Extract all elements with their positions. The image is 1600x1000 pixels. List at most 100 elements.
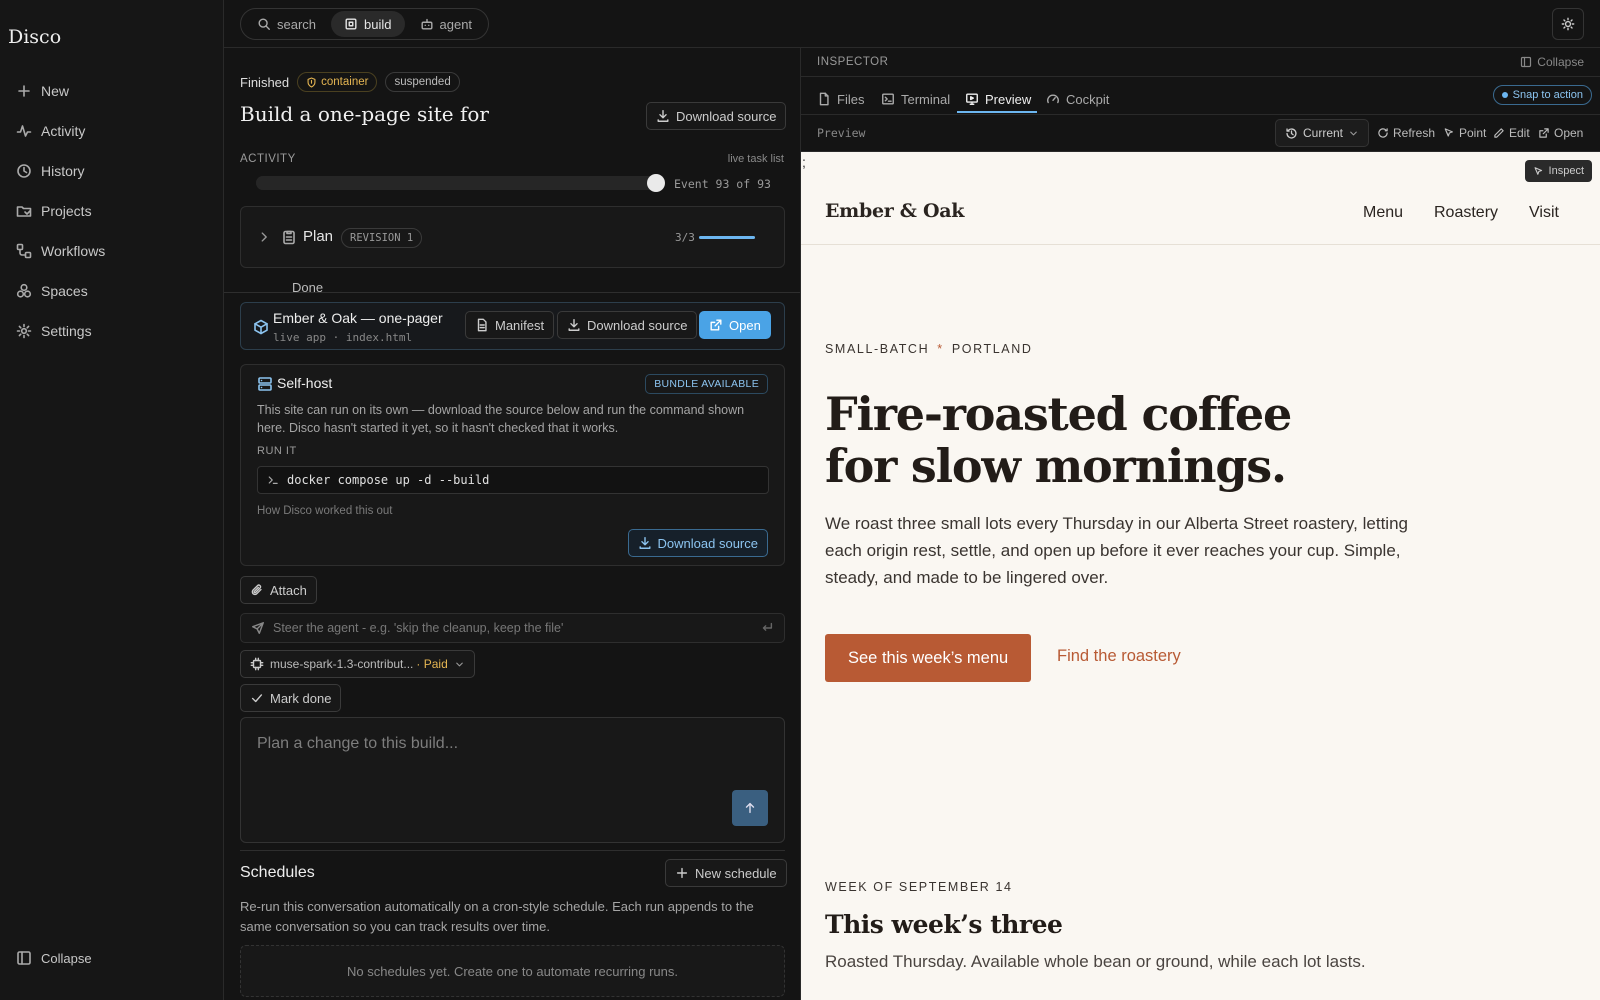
activity-heading: ACTIVITY <box>240 153 296 165</box>
preview-icon <box>966 93 978 105</box>
inspector-collapse-button[interactable]: Collapse <box>1520 55 1584 69</box>
search-icon <box>258 18 270 30</box>
enter-icon <box>762 622 773 631</box>
open-preview-button[interactable]: Open <box>1538 126 1583 140</box>
chevron-down-icon <box>455 662 463 666</box>
site-nav-visit[interactable]: Visit <box>1529 204 1559 222</box>
snap-indicator-dot <box>1501 92 1508 98</box>
panel-collapse-icon <box>1521 56 1532 68</box>
plus-icon <box>18 85 30 97</box>
container-badge-label: container <box>321 76 369 88</box>
plan-change-textarea[interactable]: Plan a change to this build... <box>240 717 785 843</box>
preview-frame: ; Inspect Ember & Oak Menu Roastery Visi… <box>801 152 1600 1000</box>
sidebar-item-label: Settings <box>41 323 92 339</box>
model-select[interactable]: muse-spark-1.3-contribut... · Paid <box>240 650 475 678</box>
mark-done-button[interactable]: Mark done <box>240 684 342 712</box>
suspended-badge: suspended <box>385 72 460 92</box>
download-source-button[interactable]: Download source <box>646 102 787 130</box>
activity-scrubber-handle[interactable] <box>647 174 665 192</box>
plan-card[interactable]: Plan REVISION 1 3/3 <box>240 206 785 268</box>
steer-agent-input[interactable]: Steer the agent - e.g. 'skip the cleanup… <box>240 613 785 643</box>
section-subtitle: Roasted Thursday. Available whole bean o… <box>825 952 1366 971</box>
site-nav-menu[interactable]: Menu <box>1363 204 1403 222</box>
theme-toggle-button[interactable] <box>1552 8 1584 40</box>
edit-button[interactable]: Edit <box>1493 126 1530 140</box>
task-panel: Finished container suspended Build a one… <box>224 48 801 1000</box>
tab-preview[interactable]: Preview <box>965 86 1031 112</box>
app-download-source-button[interactable]: Download source <box>557 311 698 339</box>
live-task-list-link[interactable]: live task list <box>728 153 784 165</box>
tab-label: Preview <box>985 91 1032 107</box>
open-label: Open <box>729 317 761 333</box>
gauge-icon <box>1047 94 1059 104</box>
new-schedule-label: New schedule <box>695 865 777 881</box>
refresh-icon <box>1378 128 1388 138</box>
app-download-label: Download source <box>587 317 688 333</box>
snap-to-action-button[interactable]: Snap to action <box>1492 85 1592 105</box>
sidebar-item-history[interactable]: History <box>16 163 85 179</box>
bundle-available-badge: BUNDLE AVAILABLE <box>645 374 768 394</box>
sidebar-item-label: Projects <box>41 203 92 219</box>
app-name: Ember & Oak — one-pager <box>273 310 443 326</box>
top-bar: search build agent <box>224 0 1600 48</box>
sidebar-collapse-icon <box>17 951 31 965</box>
tab-label: Files <box>837 91 865 107</box>
event-counter: Event 93 of 93 <box>674 177 771 191</box>
build-icon <box>345 18 357 30</box>
manifest-button[interactable]: Manifest <box>465 311 555 339</box>
download-icon <box>568 319 580 331</box>
site-logo[interactable]: Ember & Oak <box>825 200 964 222</box>
version-select[interactable]: Current <box>1275 119 1370 147</box>
sidebar-item-label: Workflows <box>41 243 106 259</box>
external-link-icon <box>710 319 722 331</box>
find-roastery-link[interactable]: Find the roastery <box>1057 647 1181 666</box>
activity-scrubber-fill <box>256 176 656 190</box>
mode-build[interactable]: build <box>331 11 405 37</box>
attach-label: Attach <box>270 582 307 598</box>
sidebar-item-label: History <box>41 163 85 179</box>
sidebar-collapse-button[interactable]: Collapse <box>16 950 92 966</box>
sidebar-item-activity[interactable]: Activity <box>16 123 85 139</box>
open-app-button[interactable]: Open <box>699 311 771 339</box>
new-schedule-button[interactable]: New schedule <box>665 859 787 887</box>
chevron-down-icon <box>1350 131 1357 135</box>
how-disco-worked-link[interactable]: How Disco worked this out <box>257 505 393 517</box>
refresh-button[interactable]: Refresh <box>1377 126 1435 140</box>
server-icon <box>258 377 272 391</box>
self-host-download-button[interactable]: Download source <box>627 529 768 557</box>
command-block[interactable]: docker compose up -d --build <box>257 466 769 494</box>
sun-icon <box>1561 17 1575 31</box>
site-header-divider <box>801 244 1600 245</box>
submit-button[interactable] <box>732 790 768 826</box>
headline-line-2: for slow mornings. <box>825 439 1287 493</box>
point-button[interactable]: Point <box>1443 126 1486 140</box>
activity-scrubber[interactable] <box>256 174 665 192</box>
terminal-icon <box>882 93 894 105</box>
tab-files[interactable]: Files <box>817 86 864 112</box>
sidebar-item-label: Spaces <box>41 283 88 299</box>
tab-cockpit[interactable]: Cockpit <box>1046 86 1109 112</box>
sidebar-item-settings[interactable]: Settings <box>16 323 92 339</box>
site-nav-roastery[interactable]: Roastery <box>1434 204 1498 222</box>
chevron-right-icon[interactable] <box>257 230 271 244</box>
site-headline: Fire-roasted coffee for slow mornings. <box>825 388 1292 493</box>
sidebar-item-spaces[interactable]: Spaces <box>16 283 88 299</box>
divider <box>801 76 1600 77</box>
download-source-label: Download source <box>676 108 777 124</box>
sidebar-item-new[interactable]: New <box>16 83 69 99</box>
plan-progress-bar <box>699 236 755 239</box>
mode-search[interactable]: search <box>244 11 329 37</box>
divider <box>224 292 800 293</box>
inspect-button[interactable]: Inspect <box>1524 160 1592 182</box>
see-menu-button[interactable]: See this week’s menu <box>825 634 1032 682</box>
task-status: Finished <box>240 74 290 90</box>
plan-count: 3/3 <box>675 231 695 244</box>
mode-agent[interactable]: agent <box>407 11 486 37</box>
self-host-download-label: Download source <box>657 535 758 551</box>
sidebar: Disco New Activity History Projects Work… <box>0 0 224 1000</box>
sidebar-item-projects[interactable]: Projects <box>16 203 92 219</box>
attach-button[interactable]: Attach <box>240 576 317 604</box>
tab-terminal[interactable]: Terminal <box>881 86 950 112</box>
plus-icon <box>676 867 688 879</box>
sidebar-item-workflows[interactable]: Workflows <box>16 243 105 259</box>
